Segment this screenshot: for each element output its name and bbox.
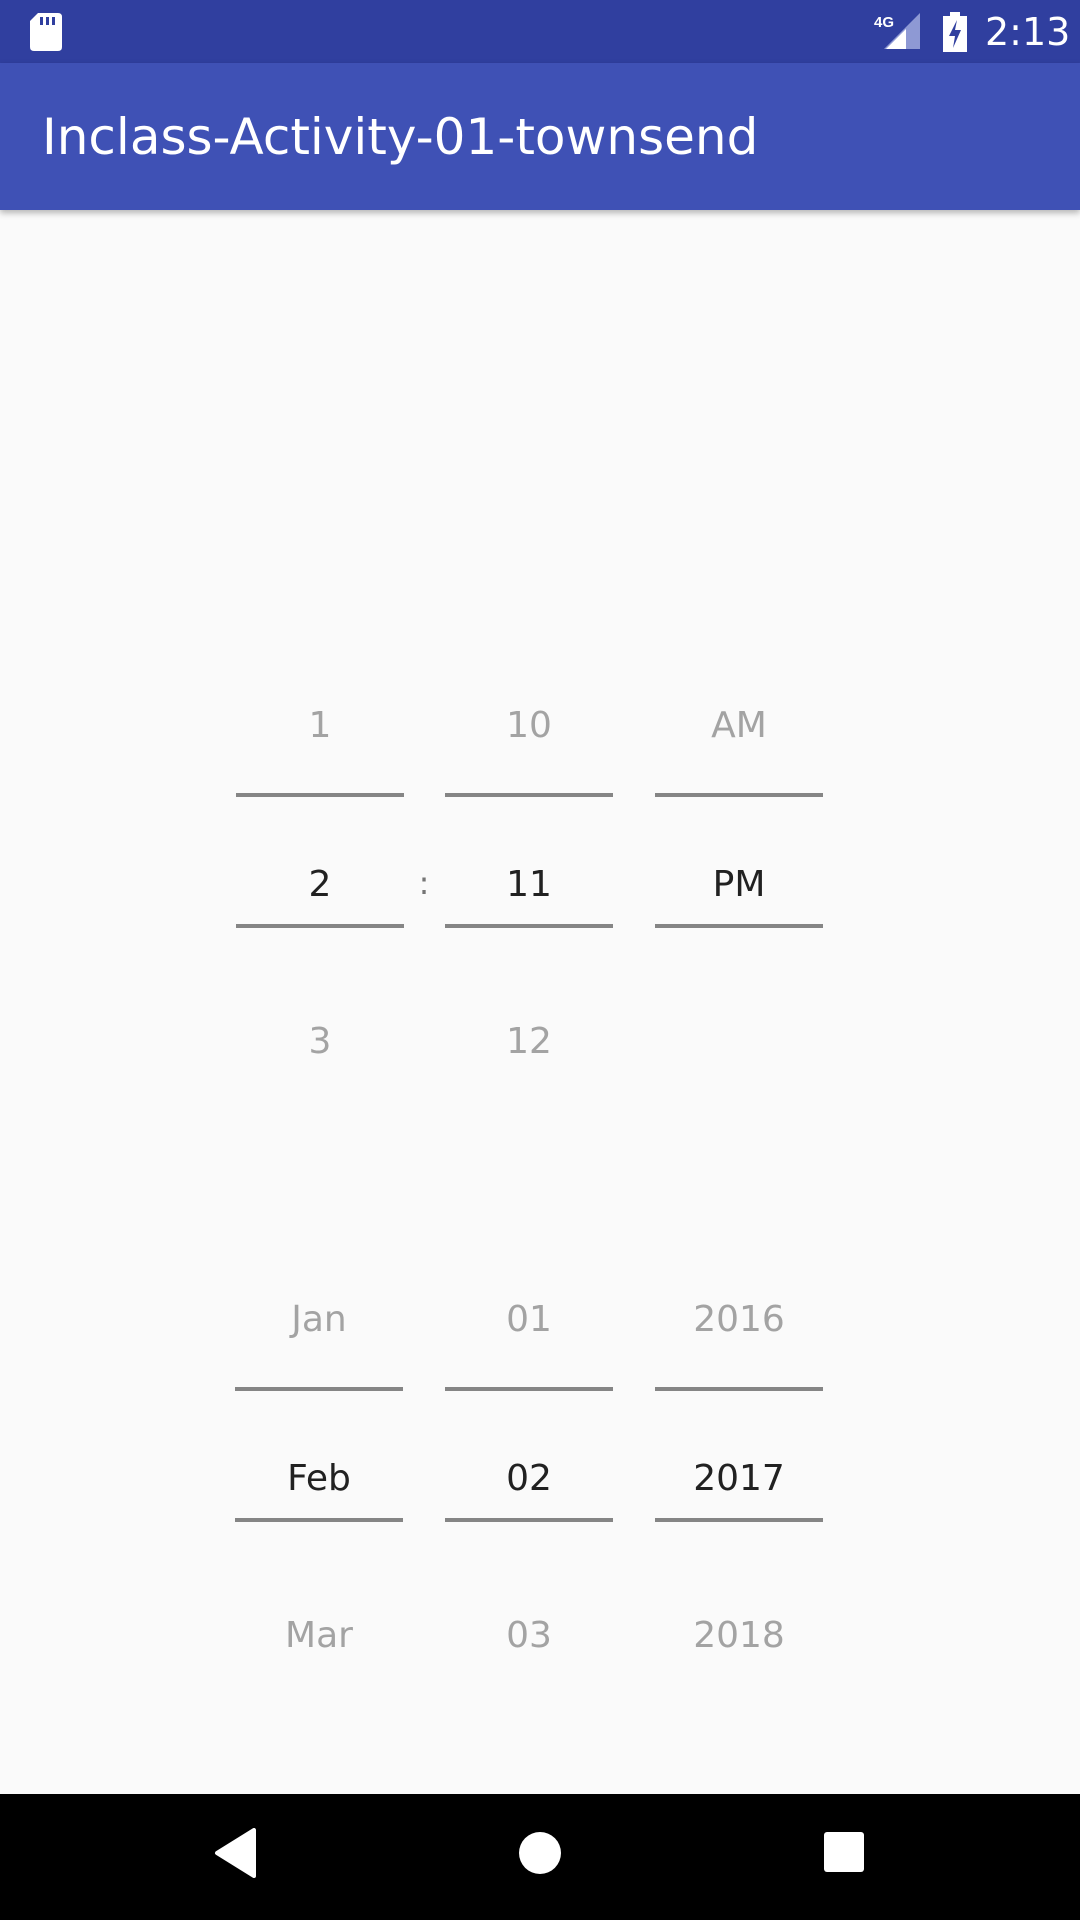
hour-divider-top xyxy=(236,793,404,797)
month-current-value[interactable]: Feb xyxy=(235,1457,403,1501)
minute-next-value[interactable]: 12 xyxy=(445,1020,613,1064)
ampm-divider-top xyxy=(655,793,823,797)
battery-charging-icon xyxy=(943,12,967,52)
ampm-spinner[interactable]: AM PM xyxy=(655,683,823,1153)
time-separator: : xyxy=(418,864,430,902)
month-prev-value[interactable]: Jan xyxy=(235,1298,403,1342)
year-prev-value[interactable]: 2016 xyxy=(655,1298,823,1342)
year-divider-top xyxy=(655,1387,823,1391)
home-icon[interactable] xyxy=(519,1832,561,1874)
app-bar: Inclass-Activity-01-townsend xyxy=(0,63,1080,210)
year-divider-bottom xyxy=(655,1518,823,1522)
navigation-bar xyxy=(0,1794,1080,1920)
hour-prev-value[interactable]: 1 xyxy=(236,704,404,748)
day-divider-bottom xyxy=(445,1518,613,1522)
sd-card-icon xyxy=(30,13,62,51)
status-clock: 2:13 xyxy=(985,10,1071,54)
day-divider-top xyxy=(445,1387,613,1391)
year-next-value[interactable]: 2018 xyxy=(655,1614,823,1658)
day-current-value[interactable]: 02 xyxy=(445,1457,613,1501)
month-divider-top xyxy=(235,1387,403,1391)
month-divider-bottom xyxy=(235,1518,403,1522)
ampm-divider-bottom xyxy=(655,924,823,928)
hour-next-value[interactable]: 3 xyxy=(236,1020,404,1064)
day-next-value[interactable]: 03 xyxy=(445,1614,613,1658)
day-prev-value[interactable]: 01 xyxy=(445,1298,613,1342)
minute-prev-value[interactable]: 10 xyxy=(445,704,613,748)
minute-spinner[interactable]: 10 11 12 xyxy=(445,683,613,1153)
minute-divider-top xyxy=(445,793,613,797)
back-icon[interactable] xyxy=(214,1828,258,1878)
hour-current-value[interactable]: 2 xyxy=(236,863,404,907)
hour-divider-bottom xyxy=(236,924,404,928)
day-spinner[interactable]: 01 02 03 xyxy=(445,1277,613,1747)
month-spinner[interactable]: Jan Feb Mar xyxy=(235,1277,403,1747)
minute-divider-bottom xyxy=(445,924,613,928)
hour-spinner[interactable]: 1 2 3 xyxy=(236,683,404,1153)
cell-signal-icon: 4G xyxy=(874,13,920,49)
minute-current-value[interactable]: 11 xyxy=(445,863,613,907)
year-spinner[interactable]: 2016 2017 2018 xyxy=(655,1277,823,1747)
status-bar: 4G 2:13 xyxy=(0,0,1080,63)
network-type-label: 4G xyxy=(874,14,894,31)
month-next-value[interactable]: Mar xyxy=(235,1614,403,1658)
ampm-current-value[interactable]: PM xyxy=(655,863,823,907)
recents-icon[interactable] xyxy=(824,1832,864,1872)
ampm-prev-value[interactable]: AM xyxy=(655,704,823,748)
year-current-value[interactable]: 2017 xyxy=(655,1457,823,1501)
app-title: Inclass-Activity-01-townsend xyxy=(42,108,759,166)
